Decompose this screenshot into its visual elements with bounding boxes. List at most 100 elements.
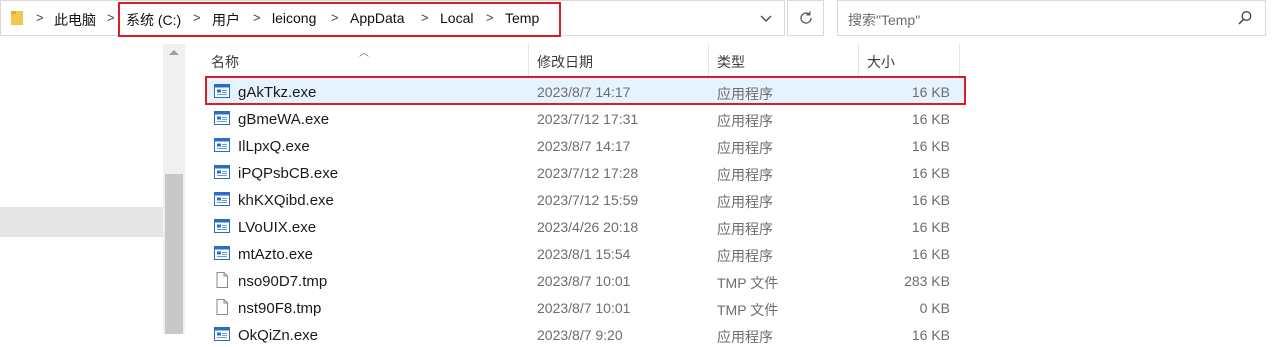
navigation-pane[interactable] — [0, 44, 185, 347]
file-size: 16 KB — [911, 246, 950, 262]
file-type: 应用程序 — [717, 167, 773, 183]
exe-icon — [214, 83, 230, 99]
sort-ascending-icon: ︿ — [359, 48, 369, 59]
column-header-size[interactable]: 大小 — [867, 52, 895, 72]
file-type: 应用程序 — [717, 194, 773, 210]
file-size: 0 KB — [919, 300, 950, 316]
file-row[interactable]: iPQPsbCB.exe 2023/7/12 17:28 应用程序 16 KB — [205, 159, 965, 186]
file-modified-date: 2023/7/12 17:31 — [537, 111, 639, 127]
file-name: LVoUIX.exe — [238, 219, 317, 236]
file-modified-date: 2023/8/1 15:54 — [537, 246, 631, 262]
exe-icon — [214, 164, 230, 180]
column-divider[interactable] — [528, 44, 529, 76]
exe-icon — [214, 326, 230, 342]
file-modified-date: 2023/4/26 20:18 — [537, 219, 639, 235]
file-name: gAkTkz.exe — [238, 84, 317, 101]
breadcrumb-local[interactable]: Local — [440, 10, 473, 26]
file-name: nst90F8.tmp — [238, 300, 322, 317]
breadcrumb-separator[interactable]: > — [331, 10, 339, 25]
document-icon — [214, 299, 230, 315]
breadcrumb-this-pc[interactable]: 此电脑 — [54, 10, 96, 30]
file-type: TMP 文件 — [717, 275, 779, 291]
file-type: TMP 文件 — [717, 302, 779, 318]
file-name: mtAzto.exe — [238, 246, 314, 263]
column-header-date[interactable]: 修改日期 — [537, 52, 593, 72]
file-size: 283 KB — [904, 273, 950, 289]
breadcrumb-separator[interactable]: > — [36, 10, 44, 25]
file-modified-date: 2023/7/12 17:28 — [537, 165, 639, 181]
file-row[interactable]: gAkTkz.exe 2023/8/7 14:17 应用程序 16 KB — [205, 78, 965, 105]
breadcrumb-user-leicong[interactable]: leicong — [272, 10, 316, 26]
file-explorer-window: > 此电脑 > 系统 (C:) > 用户 > leicong > AppData… — [0, 0, 1279, 347]
breadcrumb-drive-c[interactable]: 系统 (C:) — [126, 10, 181, 30]
file-row[interactable]: gBmeWA.exe 2023/7/12 17:31 应用程序 16 KB — [205, 105, 965, 132]
file-name: iPQPsbCB.exe — [238, 165, 339, 182]
file-size: 16 KB — [911, 138, 950, 154]
file-size: 16 KB — [911, 192, 950, 208]
column-header-row: ︿ 名称 修改日期 类型 大小 — [185, 44, 961, 76]
file-row[interactable]: OkQiZn.exe 2023/8/7 9:20 应用程序 16 KB — [205, 321, 965, 347]
file-modified-date: 2023/8/7 10:01 — [537, 300, 631, 316]
file-name: OkQiZn.exe — [238, 327, 319, 344]
search-input[interactable]: 搜索"Temp" — [837, 0, 1266, 36]
column-divider[interactable] — [858, 44, 859, 76]
search-icon[interactable] — [1237, 10, 1253, 26]
file-name: IlLpxQ.exe — [238, 138, 310, 155]
file-size: 16 KB — [911, 111, 950, 127]
file-type: 应用程序 — [717, 113, 773, 129]
breadcrumb-separator[interactable]: > — [253, 10, 261, 25]
chevron-down-icon — [760, 15, 772, 22]
exe-icon — [214, 245, 230, 261]
breadcrumb-separator[interactable]: > — [107, 10, 115, 25]
file-row[interactable]: khKXQibd.exe 2023/7/12 15:59 应用程序 16 KB — [205, 186, 965, 213]
breadcrumb-users[interactable]: 用户 — [212, 10, 240, 30]
file-modified-date: 2023/8/7 14:17 — [537, 138, 631, 154]
file-row[interactable]: nst90F8.tmp 2023/8/7 10:01 TMP 文件 0 KB — [205, 294, 965, 321]
exe-icon — [214, 218, 230, 234]
breadcrumb-highlight-box — [118, 2, 561, 37]
column-header-name[interactable]: 名称 — [211, 52, 239, 72]
file-modified-date: 2023/8/7 14:17 — [537, 84, 631, 100]
scroll-up-arrow-icon[interactable] — [169, 50, 179, 55]
address-history-dropdown[interactable] — [753, 9, 779, 29]
breadcrumb-appdata[interactable]: AppData — [350, 10, 404, 26]
column-divider[interactable] — [959, 44, 960, 76]
address-bar[interactable]: > 此电脑 > 系统 (C:) > 用户 > leicong > AppData… — [0, 0, 785, 37]
file-list-scrollbar[interactable] — [1259, 44, 1279, 347]
file-size: 16 KB — [911, 165, 950, 181]
nav-scroll-thumb[interactable] — [165, 174, 183, 334]
file-name: gBmeWA.exe — [238, 111, 330, 128]
refresh-button[interactable] — [787, 0, 824, 36]
file-size: 16 KB — [911, 327, 950, 343]
breadcrumb-separator[interactable]: > — [421, 10, 429, 25]
breadcrumb-separator[interactable]: > — [193, 10, 201, 25]
file-modified-date: 2023/8/7 10:01 — [537, 273, 631, 289]
breadcrumb-separator[interactable]: > — [486, 10, 494, 25]
file-size: 16 KB — [911, 219, 950, 235]
folder-icon — [11, 11, 23, 25]
column-header-type[interactable]: 类型 — [717, 52, 745, 72]
file-row[interactable]: nso90D7.tmp 2023/8/7 10:01 TMP 文件 283 KB — [205, 267, 965, 294]
file-name: khKXQibd.exe — [238, 192, 334, 209]
file-type: 应用程序 — [717, 86, 773, 102]
file-row[interactable]: mtAzto.exe 2023/8/1 15:54 应用程序 16 KB — [205, 240, 965, 267]
file-name: nso90D7.tmp — [238, 273, 328, 290]
file-list: gAkTkz.exe 2023/8/7 14:17 应用程序 16 KB gBm… — [205, 78, 965, 347]
file-modified-date: 2023/8/7 9:20 — [537, 327, 623, 343]
file-row[interactable]: LVoUIX.exe 2023/4/26 20:18 应用程序 16 KB — [205, 213, 965, 240]
exe-icon — [214, 110, 230, 126]
nav-selected-item[interactable] — [0, 207, 163, 237]
breadcrumb-temp[interactable]: Temp — [505, 10, 539, 26]
file-type: 应用程序 — [717, 329, 773, 345]
file-size: 16 KB — [911, 84, 950, 100]
file-type: 应用程序 — [717, 140, 773, 156]
refresh-icon — [799, 11, 812, 24]
file-type: 应用程序 — [717, 221, 773, 237]
file-row[interactable]: IlLpxQ.exe 2023/8/7 14:17 应用程序 16 KB — [205, 132, 965, 159]
file-type: 应用程序 — [717, 248, 773, 264]
search-placeholder: 搜索"Temp" — [848, 12, 921, 28]
document-icon — [214, 272, 230, 288]
nav-scrollbar[interactable] — [163, 44, 185, 334]
exe-icon — [214, 191, 230, 207]
column-divider[interactable] — [708, 44, 709, 76]
